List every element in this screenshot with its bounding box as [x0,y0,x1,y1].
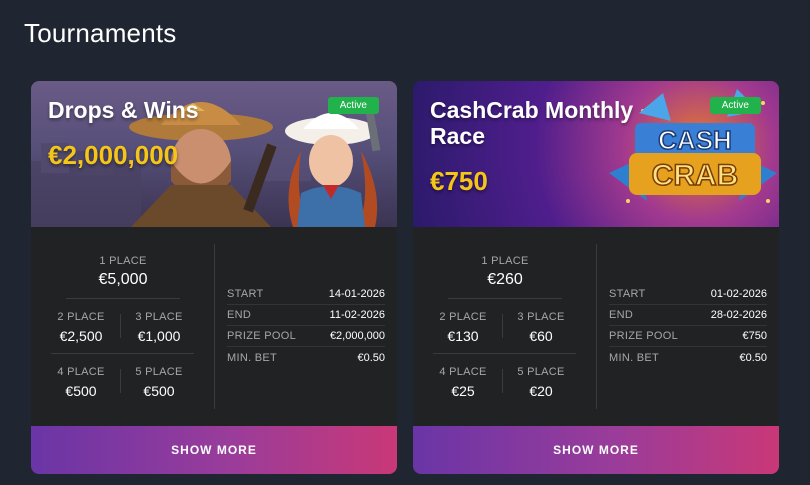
place-2: 2 PLACE €130 [423,311,503,344]
info-key: END [227,309,252,321]
tournament-banner[interactable]: CASH CRAB CashCrab Monthly Race €750 Act… [413,81,779,227]
section-title: Tournaments [24,18,177,48]
info-key: MIN. BET [227,351,278,364]
tournament-prize: €2,000,000 [48,140,179,170]
place-value: €260 [487,271,523,288]
place-value: €500 [143,383,175,399]
tournament-info: START 01-02-2026 END 28-02-2026 PRIZE PO… [609,284,767,368]
place-label: 3 PLACE [135,311,183,323]
tournament-card-cashcrab[interactable]: CASH CRAB CashCrab Monthly Race €750 Act… [413,81,779,474]
place-1: 1 PLACE €260 [465,255,545,289]
place-label: 1 PLACE [481,255,529,267]
tournament-card-drops-wins[interactable]: Drops & Wins €2,000,000 Active 1 PLACE €… [31,81,397,474]
divider [448,298,562,299]
place-label: 4 PLACE [57,366,105,378]
place-label: 2 PLACE [57,311,105,323]
tournaments-panel: Tournaments Drops & Wins €2,000,000 Acti… [0,0,810,485]
info-key: PRIZE POOL [227,330,297,342]
place-value: €2,500 [59,328,103,344]
place-2: 2 PLACE €2,500 [41,311,121,344]
place-value: €5,000 [98,271,148,288]
tournament-title: CashCrab Monthly Race [430,97,634,149]
place-value: €130 [447,328,479,344]
place-4: 4 PLACE €500 [41,366,121,399]
logo-text-crab: CRAB [652,159,739,192]
status-badge: Active [709,97,761,114]
tournament-info: START 14-01-2026 END 11-02-2026 PRIZE PO… [227,284,385,368]
place-prizes: 1 PLACE €260 2 PLACE €130 3 PLACE €60 4 … [413,227,596,426]
info-value: 01-02-2026 [710,288,767,300]
place-value: €1,000 [137,328,181,344]
info-value: €0.50 [357,351,385,364]
info-key: START [609,288,646,300]
info-row-prize-pool: PRIZE POOL €750 [609,326,767,347]
vertical-divider [214,244,215,409]
divider [66,298,180,299]
place-1: 1 PLACE €5,000 [83,255,163,289]
tournament-prize: €750 [430,166,488,196]
info-value: €0.50 [739,351,767,364]
tournament-details: 1 PLACE €260 2 PLACE €130 3 PLACE €60 4 … [413,227,779,426]
tournament-details: 1 PLACE €5,000 2 PLACE €2,500 3 PLACE €1… [31,227,397,426]
divider [433,353,576,354]
info-key: START [227,288,264,300]
logo-text-cash: CASH [658,125,732,155]
place-label: 1 PLACE [99,255,147,267]
info-value: €750 [742,330,767,342]
place-label: 3 PLACE [517,311,565,323]
place-label: 2 PLACE [439,311,487,323]
info-row-prize-pool: PRIZE POOL €2,000,000 [227,326,385,347]
place-4: 4 PLACE €25 [423,366,503,399]
place-value: €500 [65,383,97,399]
place-label: 4 PLACE [439,366,487,378]
place-3: 3 PLACE €1,000 [119,311,199,344]
vertical-divider [596,244,597,409]
info-row-end: END 28-02-2026 [609,305,767,326]
tournament-title: Drops & Wins [48,97,199,123]
tournament-banner[interactable]: Drops & Wins €2,000,000 Active [31,81,397,227]
info-key: MIN. BET [609,351,660,364]
place-5: 5 PLACE €20 [501,366,581,399]
info-value: €2,000,000 [329,330,385,342]
place-3: 3 PLACE €60 [501,311,581,344]
divider [51,353,194,354]
show-more-button[interactable]: SHOW MORE [31,426,397,474]
info-row-end: END 11-02-2026 [227,305,385,326]
place-5: 5 PLACE €500 [119,366,199,399]
info-value: 28-02-2026 [710,309,767,321]
place-label: 5 PLACE [135,366,183,378]
info-row-min-bet: MIN. BET €0.50 [609,347,767,368]
info-value: 11-02-2026 [329,309,385,321]
place-value: €60 [529,328,553,344]
info-row-start: START 01-02-2026 [609,284,767,305]
show-more-button[interactable]: SHOW MORE [413,426,779,474]
status-badge: Active [327,97,379,114]
info-row-min-bet: MIN. BET €0.50 [227,347,385,368]
info-row-start: START 14-01-2026 [227,284,385,305]
info-key: END [609,309,634,321]
info-value: 14-01-2026 [328,288,385,300]
place-label: 5 PLACE [517,366,565,378]
place-value: €25 [451,383,475,399]
place-prizes: 1 PLACE €5,000 2 PLACE €2,500 3 PLACE €1… [31,227,214,426]
place-value: €20 [529,383,553,399]
info-key: PRIZE POOL [609,330,679,342]
